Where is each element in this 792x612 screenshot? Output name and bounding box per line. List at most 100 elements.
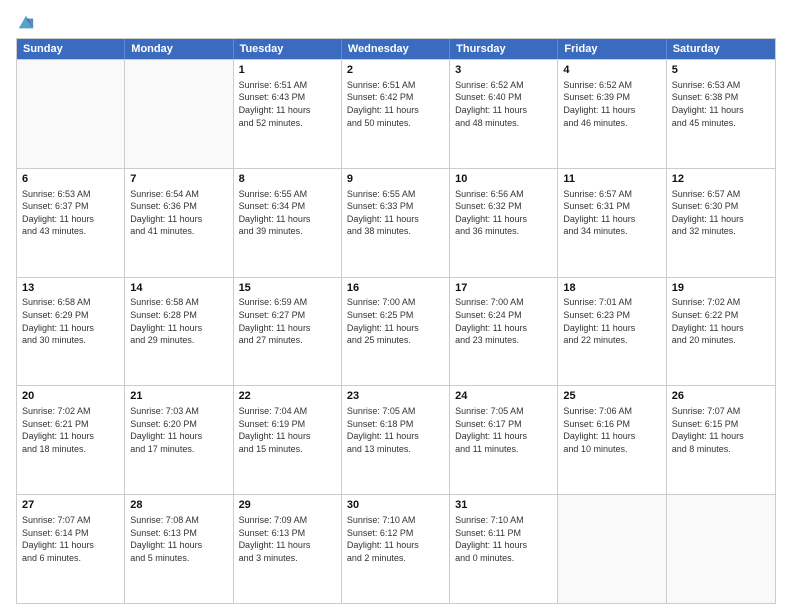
- cell-info: Sunrise: 6:51 AMSunset: 6:42 PMDaylight:…: [347, 79, 444, 129]
- cell-info: Sunrise: 6:53 AMSunset: 6:38 PMDaylight:…: [672, 79, 770, 129]
- cal-cell: 21Sunrise: 7:03 AMSunset: 6:20 PMDayligh…: [125, 386, 233, 494]
- calendar-header: SundayMondayTuesdayWednesdayThursdayFrid…: [17, 39, 775, 59]
- cal-cell: 3Sunrise: 6:52 AMSunset: 6:40 PMDaylight…: [450, 60, 558, 168]
- cell-info: Sunrise: 7:06 AMSunset: 6:16 PMDaylight:…: [563, 405, 660, 455]
- cal-cell: 20Sunrise: 7:02 AMSunset: 6:21 PMDayligh…: [17, 386, 125, 494]
- day-number: 22: [239, 389, 336, 404]
- page: SundayMondayTuesdayWednesdayThursdayFrid…: [0, 0, 792, 612]
- cal-cell: 11Sunrise: 6:57 AMSunset: 6:31 PMDayligh…: [558, 169, 666, 277]
- cell-info: Sunrise: 7:00 AMSunset: 6:25 PMDaylight:…: [347, 296, 444, 346]
- day-number: 23: [347, 389, 444, 404]
- day-number: 12: [672, 172, 770, 187]
- day-number: 5: [672, 63, 770, 78]
- header-cell-wednesday: Wednesday: [342, 39, 450, 59]
- day-number: 10: [455, 172, 552, 187]
- calendar: SundayMondayTuesdayWednesdayThursdayFrid…: [16, 38, 776, 604]
- day-number: 13: [22, 281, 119, 296]
- cal-cell: 30Sunrise: 7:10 AMSunset: 6:12 PMDayligh…: [342, 495, 450, 603]
- day-number: 29: [239, 498, 336, 513]
- cell-info: Sunrise: 6:58 AMSunset: 6:29 PMDaylight:…: [22, 296, 119, 346]
- day-number: 14: [130, 281, 227, 296]
- cell-info: Sunrise: 6:59 AMSunset: 6:27 PMDaylight:…: [239, 296, 336, 346]
- header-cell-sunday: Sunday: [17, 39, 125, 59]
- day-number: 7: [130, 172, 227, 187]
- day-number: 15: [239, 281, 336, 296]
- week-row: 13Sunrise: 6:58 AMSunset: 6:29 PMDayligh…: [17, 277, 775, 386]
- header-cell-friday: Friday: [558, 39, 666, 59]
- day-number: 31: [455, 498, 552, 513]
- day-number: 6: [22, 172, 119, 187]
- day-number: 1: [239, 63, 336, 78]
- day-number: 24: [455, 389, 552, 404]
- cal-cell: 8Sunrise: 6:55 AMSunset: 6:34 PMDaylight…: [234, 169, 342, 277]
- week-row: 6Sunrise: 6:53 AMSunset: 6:37 PMDaylight…: [17, 168, 775, 277]
- day-number: 25: [563, 389, 660, 404]
- cell-info: Sunrise: 7:04 AMSunset: 6:19 PMDaylight:…: [239, 405, 336, 455]
- cell-info: Sunrise: 7:10 AMSunset: 6:12 PMDaylight:…: [347, 514, 444, 564]
- header-cell-thursday: Thursday: [450, 39, 558, 59]
- cal-cell: 26Sunrise: 7:07 AMSunset: 6:15 PMDayligh…: [667, 386, 775, 494]
- day-number: 27: [22, 498, 119, 513]
- cell-info: Sunrise: 6:58 AMSunset: 6:28 PMDaylight:…: [130, 296, 227, 346]
- cal-cell: 29Sunrise: 7:09 AMSunset: 6:13 PMDayligh…: [234, 495, 342, 603]
- cell-info: Sunrise: 6:55 AMSunset: 6:33 PMDaylight:…: [347, 188, 444, 238]
- cal-cell: 27Sunrise: 7:07 AMSunset: 6:14 PMDayligh…: [17, 495, 125, 603]
- day-number: 2: [347, 63, 444, 78]
- day-number: 18: [563, 281, 660, 296]
- cal-cell: [17, 60, 125, 168]
- cal-cell: 4Sunrise: 6:52 AMSunset: 6:39 PMDaylight…: [558, 60, 666, 168]
- cal-cell: 17Sunrise: 7:00 AMSunset: 6:24 PMDayligh…: [450, 278, 558, 386]
- week-row: 20Sunrise: 7:02 AMSunset: 6:21 PMDayligh…: [17, 385, 775, 494]
- cal-cell: 14Sunrise: 6:58 AMSunset: 6:28 PMDayligh…: [125, 278, 233, 386]
- cal-cell: 15Sunrise: 6:59 AMSunset: 6:27 PMDayligh…: [234, 278, 342, 386]
- day-number: 21: [130, 389, 227, 404]
- cal-cell: [125, 60, 233, 168]
- cal-cell: 6Sunrise: 6:53 AMSunset: 6:37 PMDaylight…: [17, 169, 125, 277]
- cal-cell: 24Sunrise: 7:05 AMSunset: 6:17 PMDayligh…: [450, 386, 558, 494]
- day-number: 8: [239, 172, 336, 187]
- header-cell-saturday: Saturday: [667, 39, 775, 59]
- day-number: 30: [347, 498, 444, 513]
- header-cell-monday: Monday: [125, 39, 233, 59]
- cal-cell: [558, 495, 666, 603]
- header: [16, 12, 776, 32]
- week-row: 1Sunrise: 6:51 AMSunset: 6:43 PMDaylight…: [17, 59, 775, 168]
- cell-info: Sunrise: 7:05 AMSunset: 6:18 PMDaylight:…: [347, 405, 444, 455]
- cal-cell: 18Sunrise: 7:01 AMSunset: 6:23 PMDayligh…: [558, 278, 666, 386]
- cal-cell: 2Sunrise: 6:51 AMSunset: 6:42 PMDaylight…: [342, 60, 450, 168]
- day-number: 19: [672, 281, 770, 296]
- day-number: 16: [347, 281, 444, 296]
- cal-cell: 22Sunrise: 7:04 AMSunset: 6:19 PMDayligh…: [234, 386, 342, 494]
- cal-cell: 10Sunrise: 6:56 AMSunset: 6:32 PMDayligh…: [450, 169, 558, 277]
- day-number: 20: [22, 389, 119, 404]
- cell-info: Sunrise: 7:07 AMSunset: 6:15 PMDaylight:…: [672, 405, 770, 455]
- cal-cell: 16Sunrise: 7:00 AMSunset: 6:25 PMDayligh…: [342, 278, 450, 386]
- day-number: 9: [347, 172, 444, 187]
- cal-cell: 25Sunrise: 7:06 AMSunset: 6:16 PMDayligh…: [558, 386, 666, 494]
- cell-info: Sunrise: 7:05 AMSunset: 6:17 PMDaylight:…: [455, 405, 552, 455]
- cal-cell: 5Sunrise: 6:53 AMSunset: 6:38 PMDaylight…: [667, 60, 775, 168]
- logo-icon: [17, 14, 35, 32]
- cell-info: Sunrise: 7:10 AMSunset: 6:11 PMDaylight:…: [455, 514, 552, 564]
- cell-info: Sunrise: 7:03 AMSunset: 6:20 PMDaylight:…: [130, 405, 227, 455]
- cell-info: Sunrise: 6:53 AMSunset: 6:37 PMDaylight:…: [22, 188, 119, 238]
- cell-info: Sunrise: 7:02 AMSunset: 6:21 PMDaylight:…: [22, 405, 119, 455]
- cal-cell: 1Sunrise: 6:51 AMSunset: 6:43 PMDaylight…: [234, 60, 342, 168]
- day-number: 28: [130, 498, 227, 513]
- cal-cell: [667, 495, 775, 603]
- cell-info: Sunrise: 7:08 AMSunset: 6:13 PMDaylight:…: [130, 514, 227, 564]
- cal-cell: 7Sunrise: 6:54 AMSunset: 6:36 PMDaylight…: [125, 169, 233, 277]
- header-cell-tuesday: Tuesday: [234, 39, 342, 59]
- cell-info: Sunrise: 7:09 AMSunset: 6:13 PMDaylight:…: [239, 514, 336, 564]
- day-number: 17: [455, 281, 552, 296]
- cell-info: Sunrise: 6:57 AMSunset: 6:30 PMDaylight:…: [672, 188, 770, 238]
- cell-info: Sunrise: 7:00 AMSunset: 6:24 PMDaylight:…: [455, 296, 552, 346]
- calendar-body: 1Sunrise: 6:51 AMSunset: 6:43 PMDaylight…: [17, 59, 775, 603]
- cal-cell: 28Sunrise: 7:08 AMSunset: 6:13 PMDayligh…: [125, 495, 233, 603]
- cell-info: Sunrise: 7:02 AMSunset: 6:22 PMDaylight:…: [672, 296, 770, 346]
- cell-info: Sunrise: 7:01 AMSunset: 6:23 PMDaylight:…: [563, 296, 660, 346]
- day-number: 11: [563, 172, 660, 187]
- cell-info: Sunrise: 6:52 AMSunset: 6:40 PMDaylight:…: [455, 79, 552, 129]
- logo: [16, 16, 35, 32]
- cal-cell: 12Sunrise: 6:57 AMSunset: 6:30 PMDayligh…: [667, 169, 775, 277]
